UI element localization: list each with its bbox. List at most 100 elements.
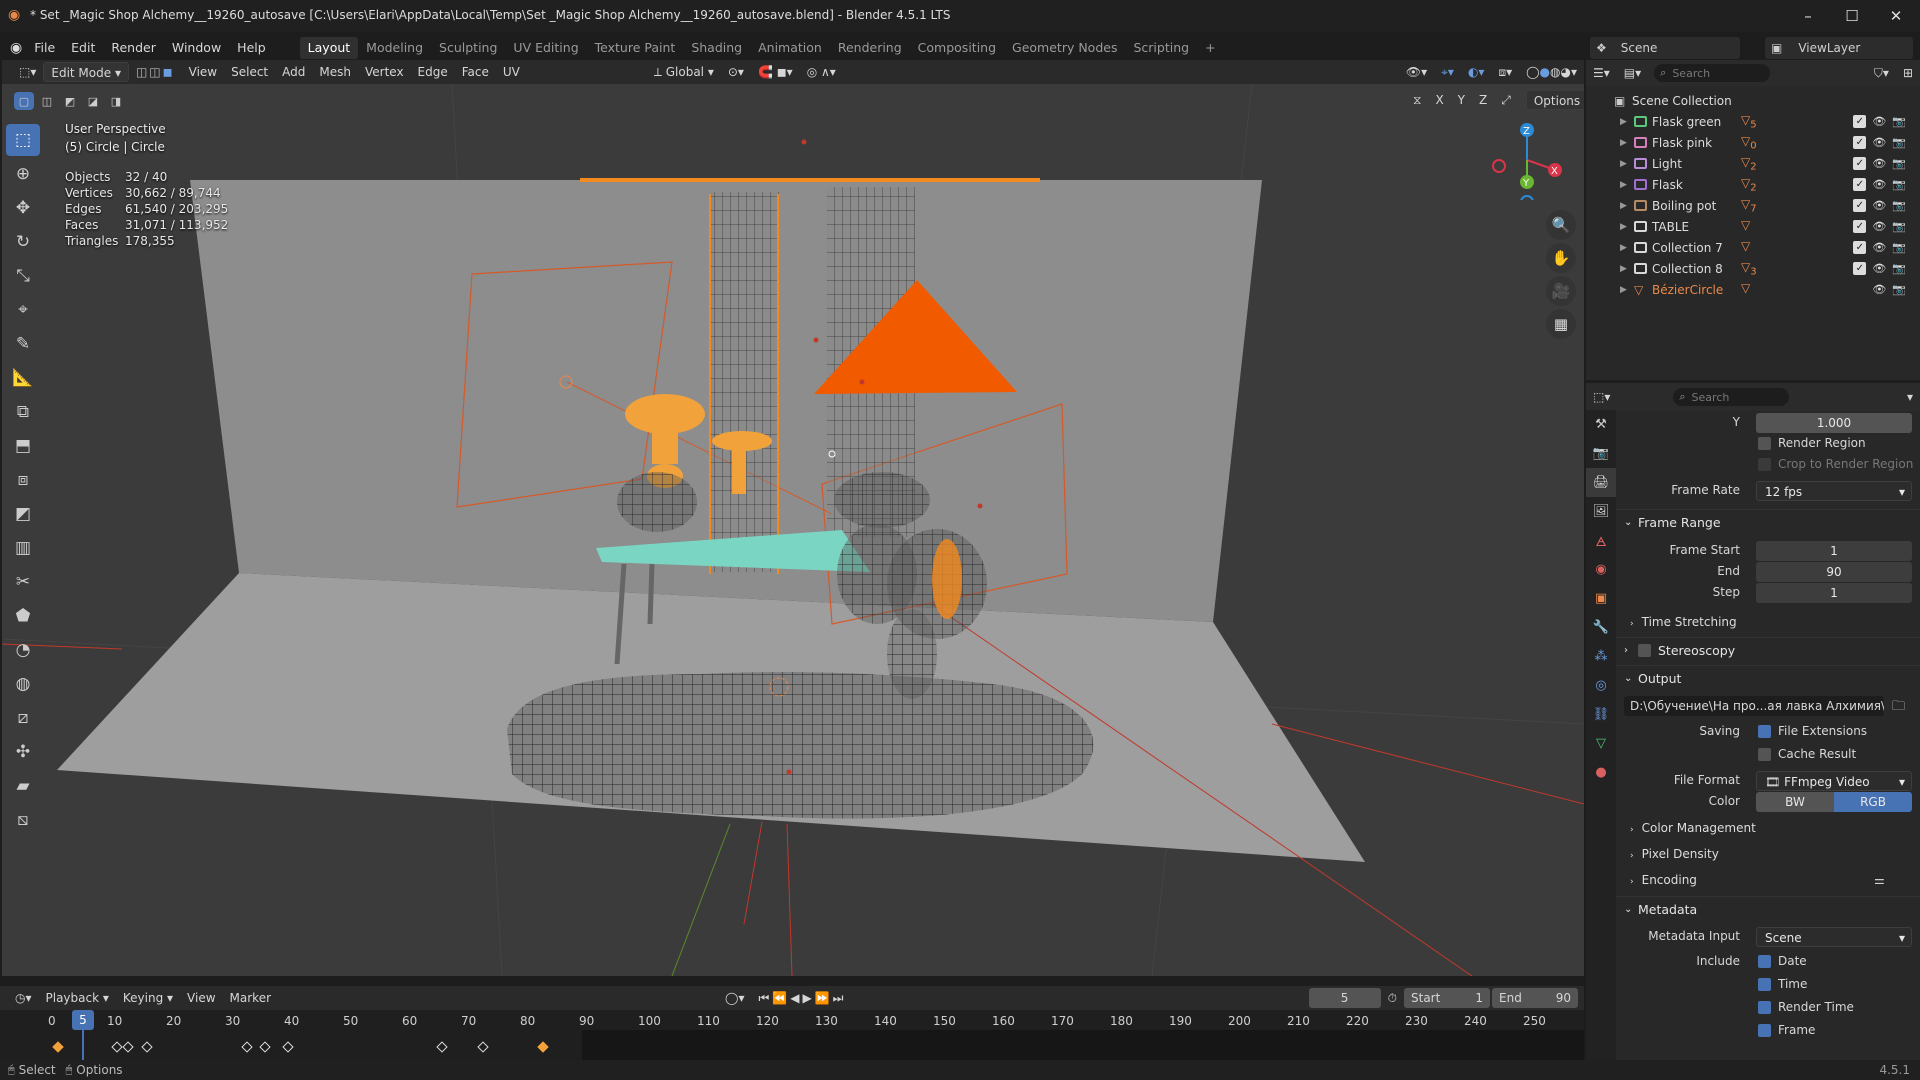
proportional-edit-icon[interactable]: ◎ ∧▾: [800, 62, 843, 82]
playhead[interactable]: 5: [72, 1010, 94, 1030]
stereoscopy-panel-header[interactable]: › Stereoscopy: [1616, 637, 1920, 663]
auto-keying-icon[interactable]: ◯▾: [718, 988, 751, 1008]
keyframe[interactable]: [52, 1041, 64, 1053]
scene-tab-icon[interactable]: 🜁: [1586, 526, 1616, 555]
camera-icon[interactable]: 📷: [1892, 262, 1906, 275]
file-extensions-checkbox[interactable]: [1758, 725, 1771, 738]
tab-modeling[interactable]: Modeling: [358, 37, 431, 59]
menu-face[interactable]: Face: [455, 62, 496, 82]
pixel-density-subpanel[interactable]: › Pixel Density: [1630, 843, 1719, 867]
resolution-y-field[interactable]: 1.000: [1756, 413, 1912, 433]
frame-range-panel-header[interactable]: ⌄ Frame Range: [1616, 509, 1920, 535]
eye-icon[interactable]: 👁: [1872, 199, 1886, 212]
rotate-tool-icon[interactable]: ↻: [6, 226, 40, 258]
tab-texture-paint[interactable]: Texture Paint: [587, 37, 684, 59]
chevron-right-icon[interactable]: ▶: [1620, 159, 1627, 169]
camera-icon[interactable]: 📷: [1892, 241, 1906, 254]
include-render-time-checkbox[interactable]: [1758, 1001, 1771, 1014]
outliner-row[interactable]: ▶ Flask pink ▽0 ✓ 👁 📷: [1586, 132, 1920, 153]
scene-selector[interactable]: ❖ Scene: [1590, 37, 1740, 59]
minimize-button[interactable]: –: [1786, 4, 1830, 28]
maximize-button[interactable]: ☐: [1830, 4, 1874, 28]
exclude-checkbox[interactable]: ✓: [1853, 262, 1867, 275]
chevron-right-icon[interactable]: ▶: [1620, 201, 1627, 211]
ortho-grid-icon[interactable]: ▦: [1546, 309, 1576, 339]
playback-controls[interactable]: ⏮⏪◀▶⏩⏭: [751, 988, 853, 1008]
outliner-row[interactable]: ▶ Light ▽2 ✓ 👁 📷: [1586, 153, 1920, 174]
output-path-field[interactable]: D:\Обучение\На про...ая лавка Алхимия\: [1624, 696, 1884, 716]
marker-menu[interactable]: Marker: [223, 988, 278, 1008]
move-tool-icon[interactable]: ✥: [6, 192, 40, 224]
add-cube-tool-icon[interactable]: ⧉: [6, 396, 40, 428]
overlays-toggle-icon[interactable]: ◐▾: [1461, 62, 1492, 82]
camera-icon[interactable]: 📷: [1892, 136, 1906, 149]
display-mode-icon[interactable]: ▤▾: [1617, 63, 1648, 83]
keying-menu[interactable]: Keying ▾: [116, 988, 180, 1008]
tab-uv-editing[interactable]: UV Editing: [505, 37, 586, 59]
start-frame-field[interactable]: Start 1: [1404, 988, 1490, 1008]
frame-end-field[interactable]: 90: [1756, 562, 1912, 582]
menu-edge[interactable]: Edge: [411, 62, 455, 82]
filter-icon[interactable]: ⛉▾: [1867, 63, 1896, 83]
exclude-checkbox[interactable]: ✓: [1853, 220, 1867, 233]
view-layer-selector[interactable]: ▣ ViewLayer: [1765, 37, 1913, 59]
scene-collection-row[interactable]: ▣ Scene Collection: [1586, 90, 1920, 111]
folder-icon[interactable]: 🗀: [1892, 697, 1905, 719]
tab-compositing[interactable]: Compositing: [910, 37, 1004, 59]
smooth-tool-icon[interactable]: ◍: [6, 668, 40, 700]
keyframe[interactable]: [122, 1041, 134, 1053]
camera-icon[interactable]: 📷: [1892, 157, 1906, 170]
shrink-fatten-tool-icon[interactable]: ✣: [6, 736, 40, 768]
outliner-search[interactable]: ⌕ Search: [1654, 64, 1771, 82]
scale-tool-icon[interactable]: ⤡: [6, 260, 40, 292]
xray-icon[interactable]: ⧈▾: [1491, 62, 1519, 82]
eye-icon[interactable]: 👁: [1872, 241, 1886, 254]
keyframe[interactable]: [477, 1041, 489, 1053]
frame-step-field[interactable]: 1: [1756, 583, 1912, 603]
annotate-tool-icon[interactable]: ✎: [6, 328, 40, 360]
modifiers-tab-icon[interactable]: 🔧: [1586, 613, 1616, 642]
properties-search[interactable]: ⌕ Search: [1673, 388, 1790, 406]
outliner-row[interactable]: ▶ Flask green ▽5 ✓ 👁 📷: [1586, 111, 1920, 132]
menu-view[interactable]: View: [182, 62, 224, 82]
edge-slide-tool-icon[interactable]: ⧄: [6, 702, 40, 734]
encoding-subpanel[interactable]: › Encoding: [1630, 869, 1697, 893]
exclude-checkbox[interactable]: ✓: [1853, 199, 1867, 212]
measure-tool-icon[interactable]: 📐: [6, 362, 40, 394]
keyframe[interactable]: [111, 1041, 123, 1053]
exclude-checkbox[interactable]: ✓: [1853, 241, 1867, 254]
file-format-dropdown[interactable]: 🎞 FFmpeg Video ▾: [1756, 771, 1912, 791]
playback-menu[interactable]: Playback ▾: [39, 988, 116, 1008]
extrude-tool-icon[interactable]: ⬒: [6, 430, 40, 462]
timeline-editor-icon[interactable]: ◷▾: [8, 988, 39, 1008]
properties-editor-icon[interactable]: ⬚▾: [1586, 387, 1617, 407]
include-time-checkbox[interactable]: [1758, 978, 1771, 991]
timeline-view-menu[interactable]: View: [180, 988, 222, 1008]
cursor-tool-icon[interactable]: ⊕: [6, 158, 40, 190]
include-date-checkbox[interactable]: [1758, 955, 1771, 968]
snap-icon[interactable]: 🧲 ◼▾: [751, 62, 800, 82]
menu-file[interactable]: File: [26, 37, 63, 59]
outliner-row[interactable]: ▶ TABLE ▽ ✓ 👁 📷: [1586, 216, 1920, 237]
color-management-subpanel[interactable]: › Color Management: [1630, 817, 1756, 841]
output-panel-header[interactable]: ⌄ Output: [1616, 665, 1920, 691]
outliner-row[interactable]: ▶ Boiling pot ▽7 ✓ 👁 📷: [1586, 195, 1920, 216]
chevron-right-icon[interactable]: ▶: [1620, 180, 1627, 190]
3d-viewport[interactable]: User Perspective (5) Circle | Circle Obj…: [2, 84, 1584, 976]
tab-sculpting[interactable]: Sculpting: [431, 37, 505, 59]
select-subtract-icon[interactable]: ◩: [60, 92, 80, 110]
tab-rendering[interactable]: Rendering: [830, 37, 910, 59]
editor-type-icon[interactable]: ⬚▾: [12, 62, 43, 82]
chevron-right-icon[interactable]: ▶: [1620, 138, 1627, 148]
exclude-checkbox[interactable]: ✓: [1853, 136, 1867, 149]
transform-orientation-dropdown[interactable]: ⟂ Global ▾: [647, 62, 721, 82]
eye-icon[interactable]: 👁: [1872, 115, 1886, 128]
outliner-row[interactable]: ▶ ▽ BézierCircle ▽ 👁 📷: [1586, 279, 1920, 300]
metadata-input-dropdown[interactable]: Scene ▾: [1756, 927, 1912, 947]
outliner-row[interactable]: ▶ Flask ▽2 ✓ 👁 📷: [1586, 174, 1920, 195]
mirror-y-toggle[interactable]: Y: [1451, 90, 1472, 110]
camera-icon[interactable]: 📷: [1892, 178, 1906, 191]
loop-cut-tool-icon[interactable]: ▥: [6, 532, 40, 564]
inset-tool-icon[interactable]: ⧈: [6, 464, 40, 496]
stopwatch-icon[interactable]: ⏱: [1381, 988, 1404, 1008]
